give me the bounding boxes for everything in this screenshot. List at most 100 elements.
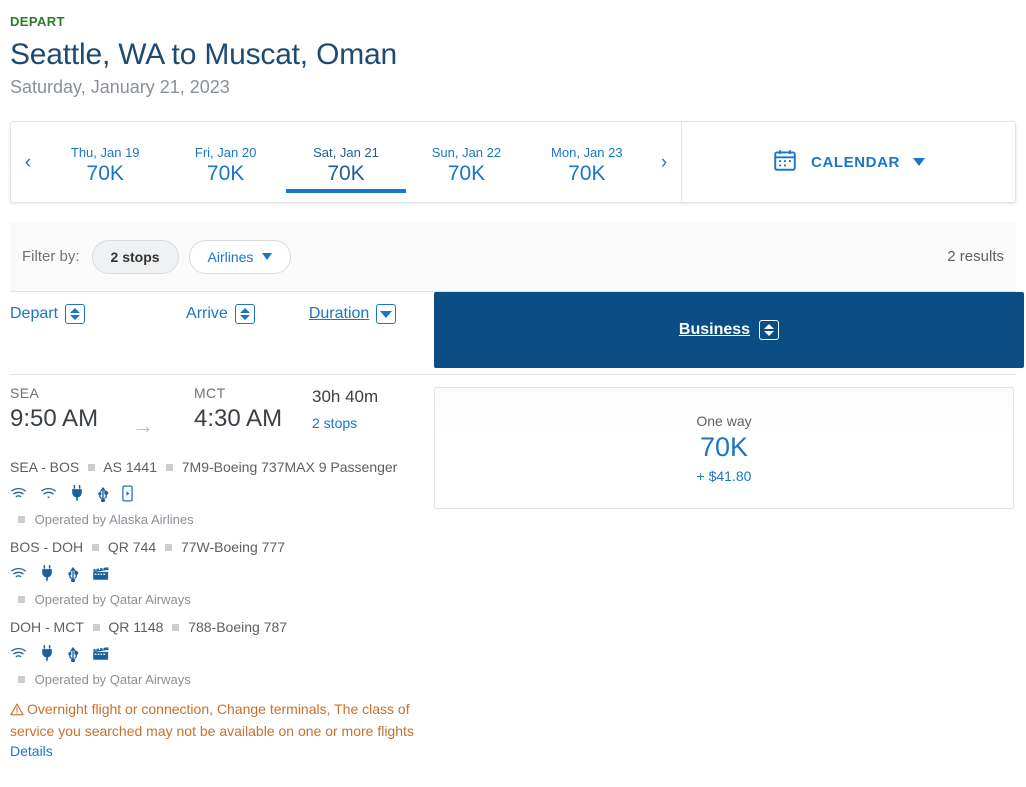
fare-cash-amount: + $41.80 [696,467,752,484]
power-outlet-icon [70,485,84,501]
flight-segment: SEA - BOS AS 1441 7M9-Boeing 737MAX 9 Pa… [10,459,424,527]
wifi-icon [10,566,27,580]
page-header: DEPART Seattle, WA to Muscat, Oman Satur… [0,0,1026,98]
warning-triangle-icon [10,701,24,721]
sort-controls: Depart Arrive Duration [10,304,397,324]
calendar-label: CALENDAR [811,153,900,171]
segment-amenities [10,644,424,662]
date-selector-bar: ‹ Thu, Jan 19 70K Fri, Jan 20 70K Sat, J… [10,121,1016,203]
date-tab-price: 70K [327,162,365,185]
page-title: Seattle, WA to Muscat, Oman [10,38,397,71]
segment-amenities [10,484,424,502]
separator-dot [165,544,173,551]
date-tab-fri-jan-20[interactable]: Fri, Jan 20 70K [165,122,285,202]
date-tab-price: 70K [568,162,606,185]
separator-dot [18,596,25,603]
filter-chip-stops[interactable]: 2 stops [91,239,179,274]
operated-by-label: Operated by Qatar Airways [34,592,191,607]
sort-arrive-button[interactable]: Arrive [186,304,255,324]
itinerary-details: SEA 9:50 AM → MCT 4:30 AM 30h 40m 2 stop… [10,375,424,759]
itinerary-warning: Overnight flight or connection, Change t… [10,699,415,741]
depart-time: 9:50 AM [10,405,99,432]
fare-class-label: Business [678,321,751,338]
next-dates-icon[interactable]: › [647,153,681,172]
segment-route: BOS - DOH [10,539,84,555]
segment-aircraft: 7M9-Boeing 737MAX 9 Passenger [181,459,398,475]
date-tab-label: Thu, Jan 19 [70,145,140,160]
usb-port-icon [97,485,109,502]
filter-chip-label: Airlines [207,248,254,265]
segment-route: DOH - MCT [10,619,84,635]
power-outlet-icon [40,645,54,661]
stops-link[interactable]: 2 stops [312,415,378,431]
fare-trip-type: One way [696,412,752,429]
results-count: 2 results [947,248,1004,265]
destination-airport-code: MCT [194,385,226,401]
total-duration: 30h 40m [312,387,379,406]
operated-by: Operated by Qatar Airways [10,672,424,687]
separator-dot [92,544,100,551]
depart-eyebrow: DEPART [10,14,65,29]
sort-depart-label: Depart [10,305,59,322]
separator-dot [92,624,100,631]
flight-segment: DOH - MCT QR 1148 788-Boeing 787 Operate… [10,619,424,687]
usb-port-icon [67,645,79,662]
streaming-device-icon [122,485,133,502]
origin-airport-code: SEA [10,385,40,401]
sort-depart-button[interactable]: Depart [10,304,86,324]
flight-search-results-page: DEPART Seattle, WA to Muscat, Oman Satur… [0,0,1026,787]
fare-option-card[interactable]: One way 70K + $41.80 [434,387,1014,509]
arrive-time: 4:30 AM [194,405,283,432]
operated-by-label: Operated by Qatar Airways [34,672,191,687]
date-tab-sat-jan-21[interactable]: Sat, Jan 21 70K [285,122,407,202]
separator-dot [18,516,25,523]
separator-dot [165,464,173,471]
operated-by: Operated by Alaska Airlines [10,512,424,527]
power-outlet-icon [40,565,54,581]
chevron-down-icon [912,158,925,166]
segment-summary: BOS - DOH QR 744 77W-Boeing 777 [10,539,424,555]
arrow-right-icon: → [132,413,154,438]
date-tab-price: 70K [447,162,486,185]
date-tab-label: Sun, Jan 22 [431,145,502,160]
filter-by-label: Filter by: [22,248,80,265]
filter-bar: Filter by: 2 stops Airlines 2 results [10,222,1016,292]
date-tab-mon-jan-23[interactable]: Mon, Jan 23 70K [527,122,647,202]
operated-by: Operated by Qatar Airways [10,592,424,607]
movies-icon [92,566,109,581]
previous-dates-icon[interactable]: ‹ [11,153,45,172]
movies-icon [92,646,109,661]
flight-result-row: SEA 9:50 AM → MCT 4:30 AM 30h 40m 2 stop… [10,374,1016,780]
usb-port-icon [67,565,79,582]
chevron-down-icon [262,253,273,260]
sort-duration-button[interactable]: Duration [309,304,397,324]
date-items: Thu, Jan 19 70K Fri, Jan 20 70K Sat, Jan… [45,122,647,202]
separator-dot [172,624,180,631]
segment-flight-number: QR 744 [107,539,157,555]
separator-dot [88,464,96,471]
date-tab-label: Sat, Jan 21 [313,145,379,160]
filter-chip-airlines[interactable]: Airlines [188,239,292,274]
date-tab-price: 70K [206,162,245,185]
depart-block: SEA 9:50 AM [10,385,98,433]
fare-points: 70K [699,431,749,462]
fare-class-header[interactable]: Business [434,292,1024,368]
segment-flight-number: AS 1441 [103,459,157,475]
flight-segment: BOS - DOH QR 744 77W-Boeing 777 Operated… [10,539,424,607]
warning-text: Overnight flight or connection, Change t… [10,701,414,739]
separator-dot [18,676,25,683]
date-tab-sun-jan-22[interactable]: Sun, Jan 22 70K [406,122,526,202]
sort-updown-icon [759,320,780,340]
arrive-block: MCT 4:30 AM [194,385,282,433]
segment-route: SEA - BOS [10,459,80,475]
wifi-signal-icon [40,486,57,500]
details-link[interactable]: Details [10,743,424,759]
segment-summary: DOH - MCT QR 1148 788-Boeing 787 [10,619,424,635]
search-date: Saturday, January 21, 2023 [10,77,230,97]
date-scroller: ‹ Thu, Jan 19 70K Fri, Jan 20 70K Sat, J… [11,122,682,202]
segment-flight-number: QR 1148 [108,619,164,635]
operated-by-label: Operated by Alaska Airlines [34,512,194,527]
calendar-toggle-button[interactable]: CALENDAR [682,122,1015,202]
sort-descending-icon [376,304,397,324]
date-tab-thu-jan-19[interactable]: Thu, Jan 19 70K [45,122,165,202]
